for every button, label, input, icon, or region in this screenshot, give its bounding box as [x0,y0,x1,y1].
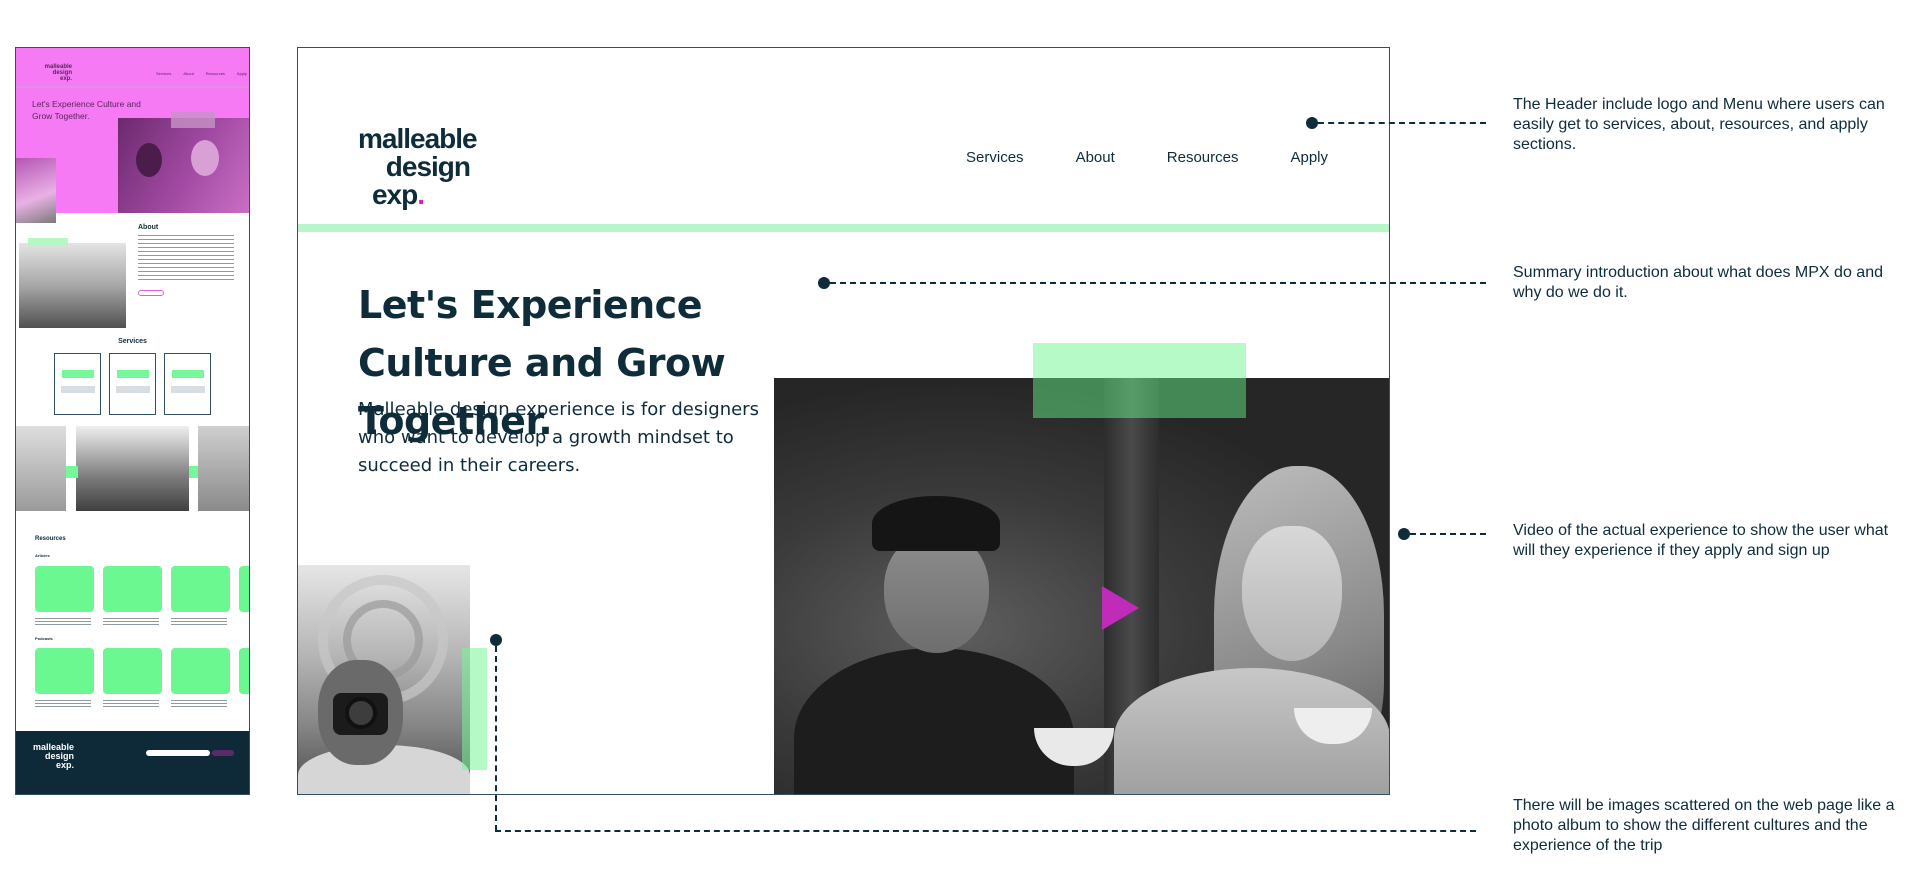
thumbnail-service-card [164,353,211,415]
thumbnail-podcast-card [171,648,230,694]
experience-video[interactable] [774,378,1389,794]
play-icon[interactable] [1102,586,1139,630]
thumbnail-about-text [138,235,234,283]
thumbnail-strip-accent [66,466,78,478]
annotation-connector [830,282,1486,284]
thumbnail-article-card [35,566,94,612]
header-divider [298,224,1389,232]
thumbnail-podcast-caption [35,700,91,707]
thumbnail-article-card [239,566,249,612]
thumbnail-nav-item: About [183,71,194,76]
headline-text: Culture and [358,341,617,385]
thumbnail-photo-strip [16,426,249,511]
thumbnail-services-title: Services [118,338,147,345]
thumbnail-about-photo [19,243,126,328]
annotation-summary: Summary introduction about what does MPX… [1513,264,1883,301]
thumbnail-nav-item: Apply [236,71,247,76]
thumbnail-small-photo [16,158,56,223]
annotation-marker [818,277,830,289]
homepage-mockup: malleable design exp. Services About Res… [297,47,1390,795]
video-figure [1242,526,1342,661]
thumbnail-newsletter-button [212,750,234,756]
video-figure [872,496,1000,551]
thumbnail-podcast-caption [171,700,227,707]
video-figure [884,533,989,653]
thumbnail-logo: malleable design exp. [32,64,72,82]
thumbnail-logo-line: exp. [59,76,72,82]
thumbnail-nav: Services About Resources Apply [156,71,247,76]
thumbnail-about-accent [28,238,68,246]
annotation-marker [490,634,502,646]
thumbnail-strip-accent [189,466,198,478]
logo-line-3: exp. [358,179,425,210]
thumbnail-resources-title: Resources [35,536,66,542]
headline-bold: Experience [470,283,703,327]
annotation-connector [495,646,497,831]
thumbnail-photo-accent [171,112,215,128]
annotation-images: There will be images scattered on the we… [1513,797,1895,854]
annotation-marker [1306,117,1318,129]
annotation-connector [1318,122,1486,124]
main-nav: Services About Resources Apply [966,149,1328,166]
annotation-connector [495,830,1476,832]
logo-line: design [385,151,471,182]
thumbnail-nav-item: Resources [205,71,225,76]
hero-intro: Malleable design experience is for desig… [358,399,759,476]
thumbnail-service-card [109,353,156,415]
thumbnail-strip-photo [16,426,66,511]
thumbnail-podcast-card [35,648,94,694]
video-figure [794,648,1074,794]
logo-line: malleable [358,123,478,154]
nav-item-apply[interactable]: Apply [1290,149,1328,166]
thumbnail-strip-photo [76,426,189,511]
thumbnail-article-caption [103,618,159,625]
thumbnail-photo-figure [136,143,162,177]
thumbnail-podcast-card [239,648,249,694]
thumbnail-article-card [171,566,230,612]
annotation-video: Video of the actual experience to show t… [1513,522,1889,559]
thumbnail-footer: malleable design exp. [16,731,249,794]
thumbnail-article-caption [171,618,227,625]
thumbnail-articles-label: Articles [35,553,50,558]
thumbnail-podcast-caption [103,700,159,707]
annotation-connector [1410,533,1486,535]
nav-item-resources[interactable]: Resources [1167,149,1239,166]
thumbnail-header-rule [16,86,249,88]
video-green-accent [1033,343,1246,418]
thumbnail-photo-figure [191,140,219,176]
nav-item-about[interactable]: About [1076,149,1115,166]
thumbnail-footer-logo: malleable design exp. [30,743,74,770]
thumbnail-nav-item: Services [156,71,172,76]
thumbnail-footer-logo-line: exp. [55,760,74,770]
annotation-header: The Header include logo and Menu where u… [1513,96,1885,153]
annotation-marker [1398,528,1410,540]
site-logo[interactable]: malleable design exp. [358,123,478,210]
photographer-photo [298,565,470,794]
thumbnail-newsletter-input [146,750,210,756]
camera-lens-icon [345,697,377,729]
thumbnail-article-caption [35,618,91,625]
logo-line: exp [371,179,418,210]
thumbnail-about-title: About [138,224,159,231]
thumbnail-about-button [138,290,164,296]
thumbnail-podcast-card [103,648,162,694]
headline-text: Let's [358,283,471,327]
logo-dot: . [417,179,425,210]
nav-item-services[interactable]: Services [966,149,1024,166]
headline-bold: Grow [616,341,726,385]
thumbnail-podcasts-label: Podcasts [35,636,53,641]
photo-green-accent [462,648,487,770]
thumbnail-strip-photo [198,426,249,511]
thumbnail-service-card [54,353,101,415]
thumbnail-article-card [103,566,162,612]
full-page-thumbnail: malleable design exp. Services About Res… [15,47,250,795]
